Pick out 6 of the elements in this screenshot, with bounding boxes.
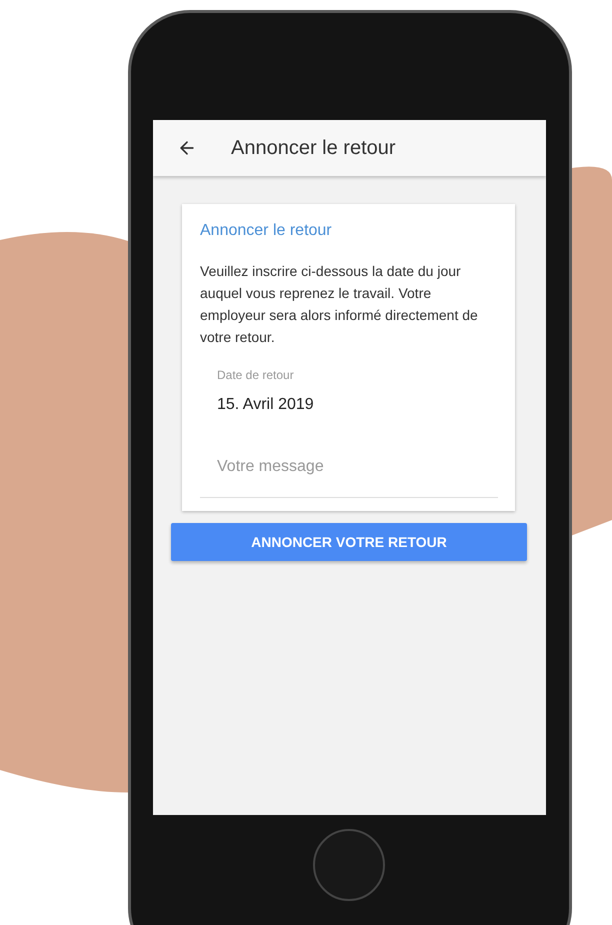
app-bar-title: Annoncer le retour: [231, 136, 396, 160]
message-field[interactable]: Votre message: [200, 458, 498, 498]
date-field-label: Date de retour: [217, 368, 295, 382]
instruction-text: Veuillez inscrire ci-dessous la date du jour auquel vous reprenez le travail. Votre employeur sera alors informé directement de votre retour.: [200, 262, 479, 347]
card-title: Annoncer le retour: [200, 222, 333, 240]
date-field-value[interactable]: 15. Avril 2019: [217, 396, 498, 414]
